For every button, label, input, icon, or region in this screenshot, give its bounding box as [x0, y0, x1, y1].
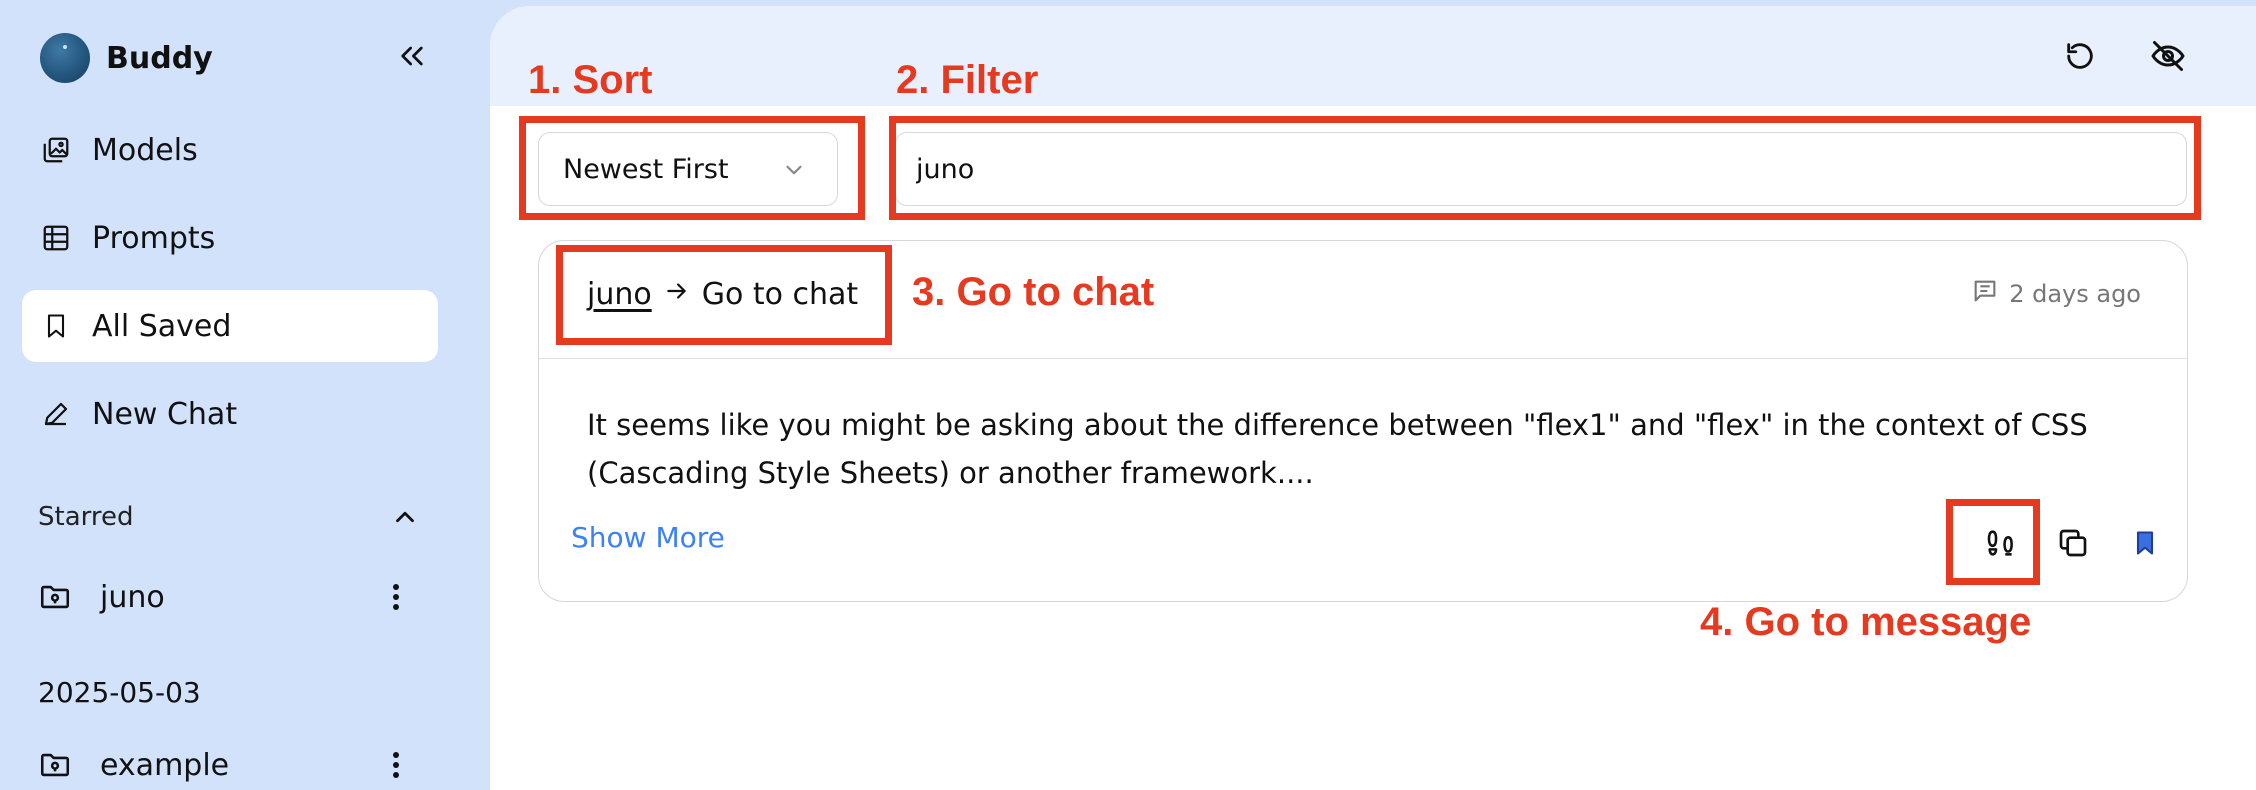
kebab-menu-icon[interactable]	[380, 745, 412, 785]
message-icon	[1971, 277, 2009, 311]
brand[interactable]: Buddy	[40, 33, 213, 83]
annotation-box-sort	[519, 116, 865, 220]
sidebar-item-all-saved[interactable]: All Saved	[22, 290, 438, 362]
starred-folder-juno[interactable]: juno	[38, 572, 418, 622]
annotation-label-go-to-message: 4. Go to message	[1700, 600, 2032, 644]
show-more-link[interactable]: Show More	[571, 521, 725, 554]
sidebar-item-prompts[interactable]: Prompts	[22, 202, 438, 274]
eye-off-icon[interactable]	[2148, 36, 2188, 76]
refresh-icon[interactable]	[2060, 36, 2100, 76]
copy-icon[interactable]	[2053, 523, 2093, 563]
folder-label: example	[100, 747, 230, 783]
message-line: (Cascading Style Sheets) or another fram…	[587, 456, 1314, 490]
table-icon	[40, 222, 72, 254]
chevron-up-icon[interactable]	[390, 502, 422, 534]
main-header	[490, 6, 2256, 106]
folder-label: juno	[100, 579, 165, 615]
sidebar-item-label: New Chat	[92, 396, 238, 432]
sidebar-item-models[interactable]: Models	[22, 114, 438, 186]
starred-section-label: Starred	[38, 502, 134, 532]
brand-logo-icon	[40, 33, 90, 83]
pencil-icon	[40, 398, 72, 430]
bookmark-filled-icon[interactable]	[2125, 523, 2165, 563]
folder-example[interactable]: example	[38, 740, 418, 790]
date-group-label: 2025-05-03	[38, 676, 201, 709]
annotation-label-sort: 1. Sort	[528, 58, 653, 102]
annotation-label-go-to-chat: 3. Go to chat	[912, 270, 1155, 314]
folder-icon	[38, 748, 72, 782]
gallery-icon	[40, 134, 72, 166]
annotation-box-go-to-message	[1946, 499, 2040, 585]
annotation-label-filter: 2. Filter	[896, 58, 1039, 102]
message-meta: 2 days ago	[1971, 277, 2141, 311]
brand-name: Buddy	[106, 40, 213, 76]
sidebar: Buddy Models Prompts All Saved New Chat …	[0, 0, 490, 790]
collapse-sidebar-icon[interactable]	[396, 40, 428, 72]
message-time: 2 days ago	[2009, 280, 2141, 308]
message-text: It seems like you might be asking about …	[587, 401, 2157, 497]
annotation-box-filter	[889, 116, 2201, 220]
message-line: It seems like you might be asking about …	[587, 408, 2088, 442]
annotation-box-go-to-chat	[556, 245, 892, 345]
bookmark-icon	[40, 310, 72, 342]
sidebar-item-label: All Saved	[92, 308, 232, 344]
sidebar-item-new-chat[interactable]: New Chat	[22, 378, 438, 450]
sidebar-item-label: Prompts	[92, 220, 216, 256]
kebab-menu-icon[interactable]	[380, 577, 412, 617]
sidebar-item-label: Models	[92, 132, 198, 168]
folder-icon	[38, 580, 72, 614]
